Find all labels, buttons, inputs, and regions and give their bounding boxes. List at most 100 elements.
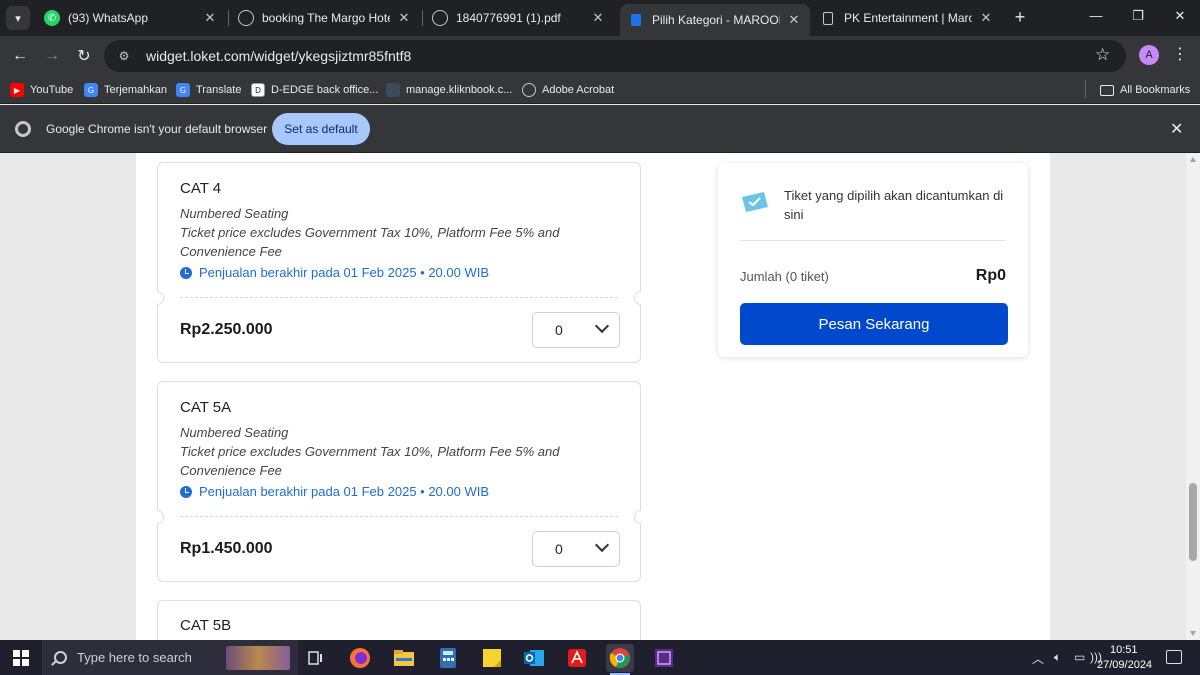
reload-button[interactable]: ↻ bbox=[72, 44, 96, 68]
scrollbar-thumb[interactable] bbox=[1189, 483, 1197, 561]
windows-start-icon[interactable] bbox=[13, 650, 29, 666]
ticket-notch bbox=[157, 291, 164, 305]
task-view-icon[interactable] bbox=[302, 644, 330, 672]
globe-icon bbox=[522, 83, 536, 97]
app-purple-icon[interactable] bbox=[650, 644, 678, 672]
bookmark-translate[interactable]: G Translate bbox=[176, 81, 241, 99]
address-bar[interactable]: ⚙ widget.loket.com/widget/ykegsjiztmr85f… bbox=[104, 40, 1126, 72]
bookmark-star-icon[interactable]: ☆ bbox=[1095, 45, 1110, 65]
close-icon[interactable]: ✕ bbox=[786, 12, 802, 28]
quantity-select[interactable]: 0 bbox=[532, 531, 620, 567]
tab-pdf[interactable]: 1840776991 (1).pdf ✕ bbox=[424, 4, 614, 32]
tab-pilih-kategori[interactable]: Pilih Kategori - MAROON 5 A ✕ bbox=[620, 4, 810, 36]
window-close-button[interactable]: ✕ bbox=[1170, 8, 1190, 24]
bookmark-dedge[interactable]: D D-EDGE back office... bbox=[251, 81, 378, 99]
scroll-down-arrow-icon[interactable] bbox=[1190, 631, 1196, 636]
close-icon[interactable]: ✕ bbox=[590, 10, 606, 26]
close-icon[interactable]: ✕ bbox=[202, 10, 218, 26]
category-note: Ticket price excludes Government Tax 10%… bbox=[180, 225, 560, 259]
chevron-down-icon bbox=[594, 537, 610, 553]
google-translate-icon: G bbox=[84, 83, 98, 97]
tab-title: 1840776991 (1).pdf bbox=[456, 11, 561, 25]
close-icon[interactable]: ✕ bbox=[978, 10, 994, 26]
scroll-up-arrow-icon[interactable] bbox=[1190, 157, 1196, 162]
sale-end-info: Penjualan berakhir pada 01 Feb 2025 • 20… bbox=[180, 265, 489, 280]
page-scrollbar[interactable] bbox=[1186, 153, 1200, 640]
ticket-category-card: CAT 5A Numbered Seating Ticket price exc… bbox=[157, 381, 641, 582]
bookmark-label: Translate bbox=[196, 84, 242, 96]
windows-taskbar: Type here to search ︿ 🔈︎ ▭ ))) 10:51 27/… bbox=[0, 640, 1200, 675]
new-tab-button[interactable]: + bbox=[1010, 8, 1030, 28]
tab-search-icon[interactable]: ▾ bbox=[6, 6, 30, 30]
acrobat-icon[interactable] bbox=[563, 644, 591, 672]
ticket-notch bbox=[634, 510, 641, 524]
outlook-icon[interactable] bbox=[520, 644, 548, 672]
site-settings-icon[interactable]: ⚙ bbox=[116, 48, 132, 64]
tab-booking-margo[interactable]: booking The Margo Hotel Se ✕ bbox=[230, 4, 420, 32]
category-name: CAT 5A bbox=[180, 399, 232, 416]
taskbar-search-placeholder: Type here to search bbox=[77, 650, 192, 665]
minimize-button[interactable]: — bbox=[1086, 8, 1106, 23]
back-button[interactable]: ← bbox=[8, 44, 32, 68]
widget-container: CAT 4 Numbered Seating Ticket price excl… bbox=[136, 153, 1050, 640]
bookmark-adobe-acrobat[interactable]: Adobe Acrobat bbox=[522, 81, 614, 99]
bookmark-label: Adobe Acrobat bbox=[542, 84, 615, 96]
google-translate-icon: G bbox=[176, 83, 190, 97]
bookmark-label: manage.kliknbook.c... bbox=[406, 84, 513, 96]
order-summary: Tiket yang dipilih akan dicantumkan di s… bbox=[718, 163, 1028, 357]
forward-button[interactable]: → bbox=[40, 44, 64, 68]
category-name: CAT 5B bbox=[180, 617, 232, 634]
sticky-notes-icon[interactable] bbox=[478, 644, 506, 672]
bookmark-terjemahkan[interactable]: G Terjemahkan bbox=[84, 81, 167, 99]
category-seating: Numbered Seating bbox=[180, 425, 289, 440]
bookmark-youtube[interactable]: ▶ YouTube bbox=[10, 81, 73, 99]
sale-end-info: Penjualan berakhir pada 01 Feb 2025 • 20… bbox=[180, 484, 489, 499]
dedge-icon: D bbox=[251, 83, 265, 97]
bookmark-label: All Bookmarks bbox=[1120, 84, 1191, 96]
chevron-up-icon[interactable]: ︿ bbox=[1032, 650, 1044, 667]
notification-icon[interactable] bbox=[1166, 650, 1182, 664]
set-as-default-button[interactable]: Set as default bbox=[272, 113, 370, 145]
taskbar-search[interactable]: Type here to search bbox=[42, 640, 298, 675]
firefox-icon[interactable] bbox=[346, 644, 374, 672]
restore-button[interactable]: ❐ bbox=[1128, 8, 1148, 24]
all-bookmarks[interactable]: All Bookmarks bbox=[1100, 81, 1190, 99]
close-infobar-icon[interactable]: ✕ bbox=[1170, 119, 1183, 139]
chrome-menu-icon[interactable]: ⋮ bbox=[1172, 44, 1188, 64]
calculator-icon[interactable] bbox=[434, 644, 462, 672]
pesan-sekarang-button[interactable]: Pesan Sekarang bbox=[740, 303, 1008, 345]
file-explorer-icon[interactable] bbox=[390, 644, 418, 672]
globe-icon bbox=[432, 10, 448, 26]
quantity-select[interactable]: 0 bbox=[532, 312, 620, 348]
category-name: CAT 4 bbox=[180, 180, 222, 197]
ticket-count-label: Jumlah (0 tiket) bbox=[740, 269, 829, 284]
ticket-divider bbox=[180, 516, 618, 517]
chrome-taskbar-icon[interactable] bbox=[606, 644, 634, 675]
clock-icon bbox=[180, 266, 192, 279]
ticket-price: Rp2.250.000 bbox=[180, 321, 273, 338]
taskbar-time[interactable]: 10:51 bbox=[1110, 644, 1138, 656]
ticket-icon bbox=[742, 192, 768, 212]
tab-title: Pilih Kategori - MAROON 5 A bbox=[652, 13, 780, 27]
ticket-notch bbox=[634, 291, 641, 305]
url-text: widget.loket.com/widget/ykegsjiztmr85fnt… bbox=[146, 48, 412, 64]
battery-icon[interactable]: ▭ bbox=[1074, 650, 1085, 664]
tab-pk-entertainment[interactable]: PK Entertainment | Maroon 5 ✕ bbox=[812, 4, 1002, 32]
page-viewport: CAT 4 Numbered Seating Ticket price excl… bbox=[0, 153, 1186, 640]
taskbar-date[interactable]: 27/09/2024 bbox=[1097, 659, 1152, 671]
bookmark-kliknbook[interactable]: manage.kliknbook.c... bbox=[386, 81, 512, 99]
clock-icon bbox=[180, 485, 192, 498]
sale-end-text: Penjualan berakhir pada 01 Feb 2025 • 20… bbox=[199, 265, 490, 280]
tab-whatsapp[interactable]: ✆ (93) WhatsApp ✕ bbox=[36, 4, 226, 32]
quantity-value: 0 bbox=[555, 322, 563, 338]
summary-hint: Tiket yang dipilih akan dicantumkan di s… bbox=[784, 188, 1004, 222]
infobar-message: Google Chrome isn't your default browser bbox=[46, 122, 268, 136]
ticket-divider bbox=[180, 297, 618, 298]
browser-toolbar: ← → ↻ ⚙ widget.loket.com/widget/ykegsjiz… bbox=[0, 36, 1200, 76]
category-note: Ticket price excludes Government Tax 10%… bbox=[180, 444, 560, 478]
close-icon[interactable]: ✕ bbox=[396, 10, 412, 26]
profile-avatar[interactable]: A bbox=[1139, 45, 1159, 65]
kliknbook-icon bbox=[386, 83, 400, 97]
tab-title: booking The Margo Hotel Se bbox=[262, 11, 390, 25]
speaker-icon[interactable]: 🔈︎ bbox=[1054, 650, 1061, 665]
